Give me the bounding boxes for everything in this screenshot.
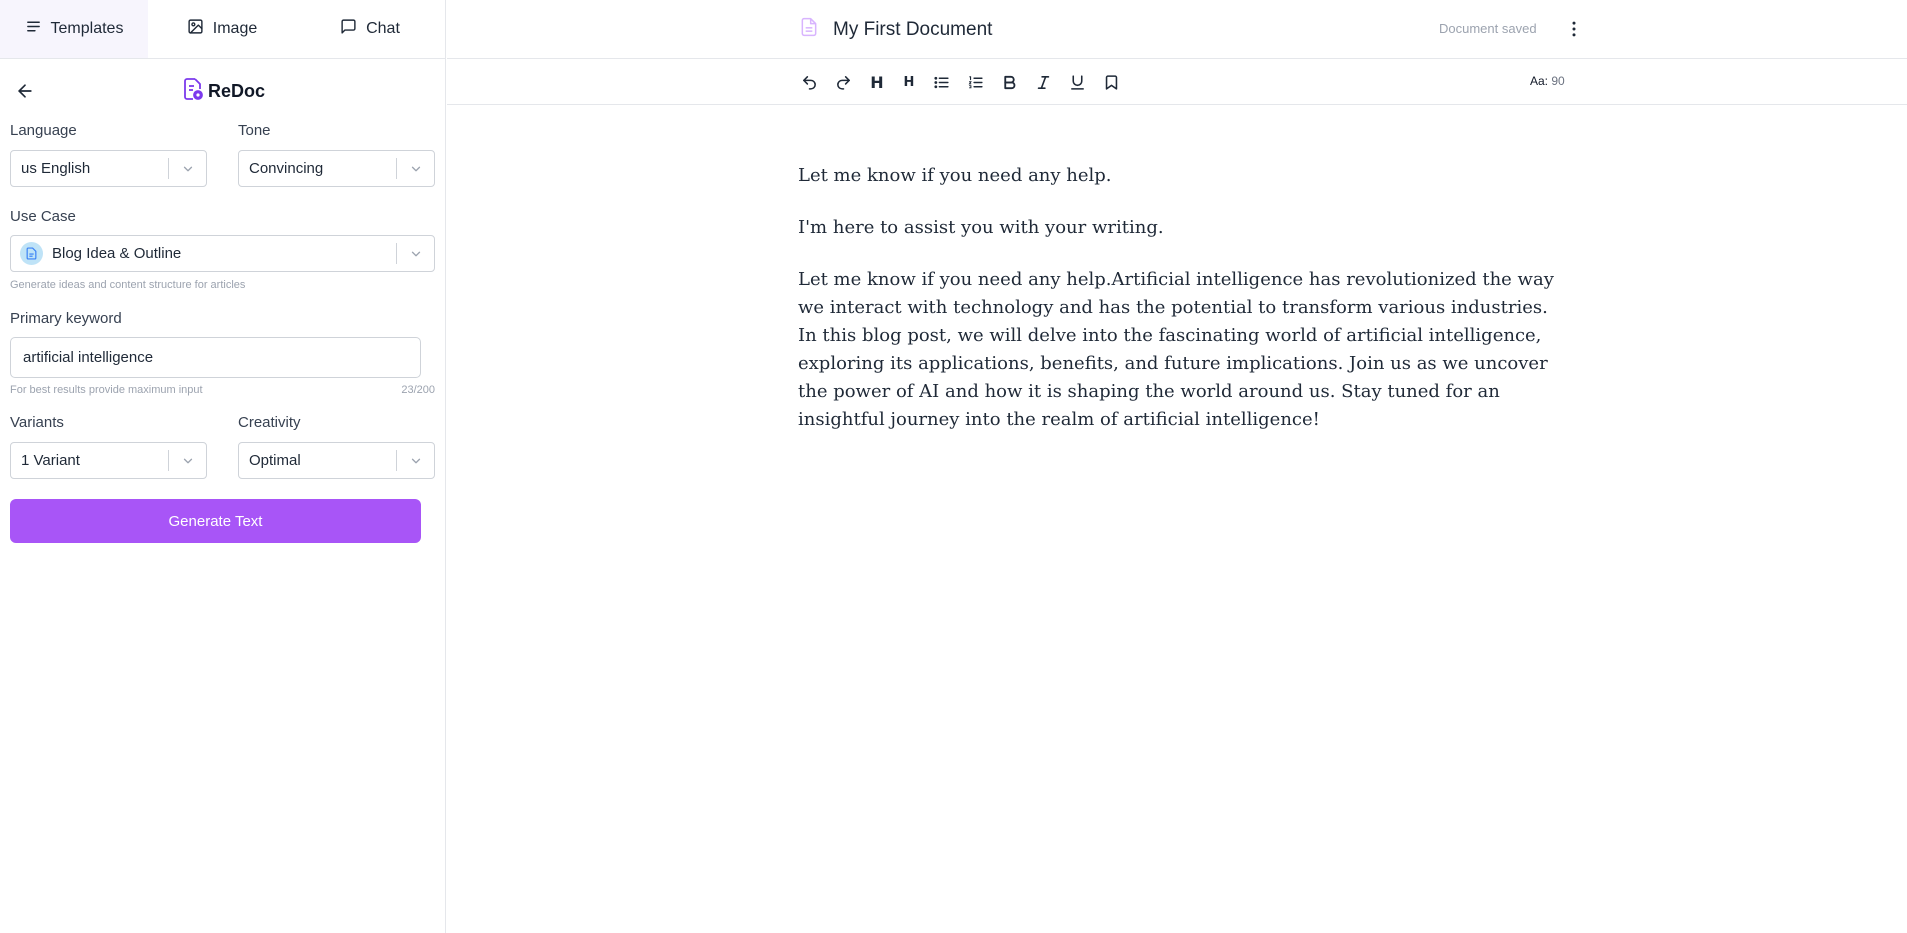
heading-2-icon[interactable]: H <box>899 72 919 92</box>
redoc-logo-icon <box>181 77 205 106</box>
primary-keyword-label: Primary keyword <box>10 310 122 327</box>
document-body[interactable]: Let me know if you need any help. I'm he… <box>798 162 1568 458</box>
primary-keyword-helper-text: For best results provide maximum input <box>10 384 203 396</box>
tone-label: Tone <box>238 122 271 139</box>
use-case-helper-text: Generate ideas and content structure for… <box>10 279 246 291</box>
primary-keyword-value: artificial intelligence <box>23 349 154 366</box>
primary-keyword-input[interactable]: artificial intelligence <box>10 337 421 378</box>
tab-chat[interactable]: Chat <box>296 0 444 58</box>
variants-field: Variants 1 Variant <box>10 413 207 479</box>
tab-image-label: Image <box>212 20 258 37</box>
variants-select[interactable]: 1 Variant <box>10 442 207 479</box>
font-size-value: 90 <box>1551 74 1565 88</box>
document-icon <box>20 242 43 265</box>
language-field: Language us English <box>10 121 207 187</box>
primary-keyword-helper: For best results provide maximum input 2… <box>10 383 435 398</box>
redo-icon[interactable] <box>833 72 853 92</box>
chevron-down-icon[interactable] <box>397 454 434 468</box>
document-paragraph: Let me know if you need any help.Artific… <box>798 269 1554 430</box>
creativity-field: Creativity Optimal <box>238 413 435 479</box>
use-case-field: Use Case Blog Idea & Outline Generate id… <box>10 207 435 293</box>
formatting-toolbar: H H Aa: 90 <box>447 59 1907 105</box>
tone-value: Convincing <box>249 160 324 177</box>
chevron-down-icon[interactable] <box>169 162 206 176</box>
font-size-label: Aa: <box>1530 74 1549 88</box>
use-case-label: Use Case <box>10 208 76 225</box>
character-counter: 23/200 <box>401 384 435 396</box>
generate-text-label: Generate Text <box>168 512 263 530</box>
editor-area: My First Document Document saved H H Aa:… <box>447 0 1907 933</box>
back-arrow-icon[interactable] <box>15 81 35 101</box>
document-title[interactable]: My First Document <box>833 19 992 41</box>
document-paragraph: Let me know if you need any help. <box>798 165 1112 186</box>
tab-templates[interactable]: Templates <box>0 0 148 58</box>
use-case-value: Blog Idea & Outline <box>52 245 182 262</box>
chat-bubble-icon <box>340 18 357 40</box>
numbered-list-icon[interactable] <box>965 72 985 92</box>
document-title-group: My First Document <box>799 17 992 42</box>
language-label: Language <box>10 122 77 139</box>
chevron-down-icon[interactable] <box>397 247 434 261</box>
bookmark-icon[interactable] <box>1101 72 1121 92</box>
tone-field: Tone Convincing <box>238 121 435 187</box>
left-sidebar: Templates Image Chat ReDoc Language us E… <box>0 0 446 933</box>
underline-icon[interactable] <box>1067 72 1087 92</box>
document-paragraph: I'm here to assist you with your writing… <box>798 217 1164 238</box>
tab-image[interactable]: Image <box>148 0 296 58</box>
language-select[interactable]: us English <box>10 150 207 187</box>
creativity-select[interactable]: Optimal <box>238 442 435 479</box>
creativity-label: Creativity <box>238 414 301 431</box>
variants-label: Variants <box>10 414 64 431</box>
bold-icon[interactable] <box>999 72 1019 92</box>
more-vertical-icon[interactable] <box>1564 19 1584 39</box>
template-form: Language us English Tone Convincing Use … <box>0 121 445 543</box>
document-header: My First Document Document saved <box>447 0 1907 59</box>
chevron-down-icon[interactable] <box>397 162 434 176</box>
primary-keyword-field: Primary keyword artificial intelligence … <box>10 309 435 398</box>
brand-logo: ReDoc <box>181 77 265 106</box>
image-icon <box>187 18 204 40</box>
use-case-select[interactable]: Blog Idea & Outline <box>10 235 435 272</box>
generate-text-button[interactable]: Generate Text <box>10 499 421 543</box>
creativity-value: Optimal <box>249 452 301 469</box>
chevron-down-icon[interactable] <box>169 454 206 468</box>
bullet-list-icon[interactable] <box>931 72 951 92</box>
align-left-icon <box>25 18 42 40</box>
language-value: us English <box>21 160 91 177</box>
file-icon <box>799 17 819 42</box>
tab-chat-label: Chat <box>366 20 400 37</box>
font-size-control[interactable]: Aa: 90 <box>1530 74 1565 88</box>
brand-name: ReDoc <box>208 81 266 101</box>
variants-value: 1 Variant <box>21 452 80 469</box>
heading-1-icon[interactable]: H <box>867 72 887 92</box>
italic-icon[interactable] <box>1033 72 1053 92</box>
use-case-helper: Generate ideas and content structure for… <box>10 278 435 293</box>
tone-select[interactable]: Convincing <box>238 150 435 187</box>
undo-icon[interactable] <box>799 72 819 92</box>
sidebar-tabs: Templates Image Chat <box>0 0 445 59</box>
brand-row: ReDoc <box>0 59 445 121</box>
tab-templates-label: Templates <box>50 20 124 37</box>
save-status: Document saved <box>1439 21 1537 36</box>
